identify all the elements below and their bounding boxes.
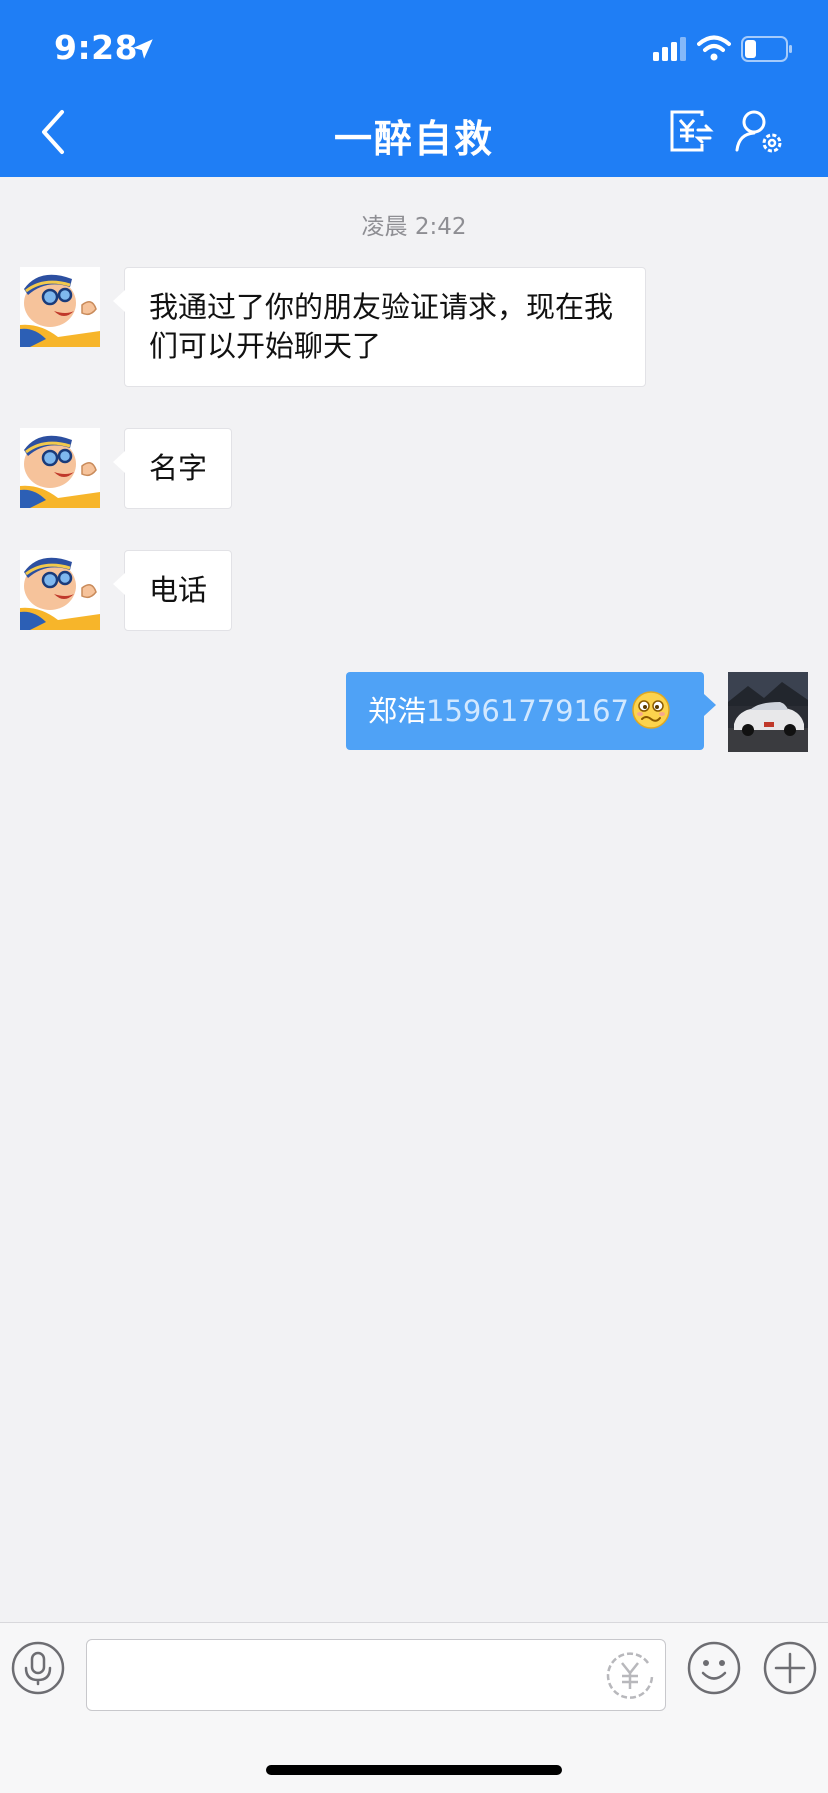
message-list[interactable]: 凌晨 2:42 我通过了你的朋友验证请求，现在我们可以开始聊天了 名字 电话 郑…: [0, 177, 828, 1622]
car-photo-avatar-icon: [728, 672, 808, 752]
message-text: 我通过了你的朋友验证请求，现在我们可以开始聊天了: [149, 290, 614, 363]
status-time: 9:28: [54, 28, 139, 67]
wifi-icon: [697, 35, 731, 61]
message-text: 电话: [149, 573, 208, 607]
smiley-icon[interactable]: [686, 1640, 742, 1696]
message-input[interactable]: [86, 1639, 666, 1711]
battery-icon: [741, 36, 792, 62]
microphone-icon[interactable]: [10, 1640, 66, 1696]
message-bubble-friend[interactable]: 我通过了你的朋友验证请求，现在我们可以开始聊天了: [113, 267, 646, 387]
cartoon-avatar-icon: [20, 428, 100, 508]
message-text: 郑浩: [368, 694, 427, 728]
friend-avatar[interactable]: [20, 267, 100, 347]
message-timestamp: 凌晨 2:42: [361, 214, 467, 240]
friend-avatar[interactable]: [20, 550, 100, 630]
location-arrow-icon: [133, 39, 153, 59]
red-packet-icon[interactable]: [604, 1649, 656, 1701]
plus-icon[interactable]: [762, 1640, 818, 1696]
input-bar: [0, 1622, 828, 1793]
message-bubble-me[interactable]: 郑浩15961779167: [346, 672, 716, 750]
cartoon-avatar-icon: [20, 550, 100, 630]
message-text: 名字: [149, 451, 208, 485]
chat-settings-icon[interactable]: [734, 106, 786, 156]
my-avatar[interactable]: [728, 672, 808, 752]
cellular-signal-icon: [653, 37, 686, 61]
nav-header: 9:28 一醉自救: [0, 0, 828, 177]
cartoon-avatar-icon: [20, 267, 100, 347]
message-bubble-friend[interactable]: 名字: [112, 428, 233, 509]
message-bubble-friend[interactable]: 电话: [112, 550, 233, 631]
woozy-face-emoji-icon: [632, 691, 670, 729]
friend-avatar[interactable]: [20, 428, 100, 508]
phone-number-link[interactable]: 15961779167: [426, 694, 629, 728]
transfer-money-icon[interactable]: [668, 108, 714, 154]
home-indicator[interactable]: [266, 1765, 562, 1775]
